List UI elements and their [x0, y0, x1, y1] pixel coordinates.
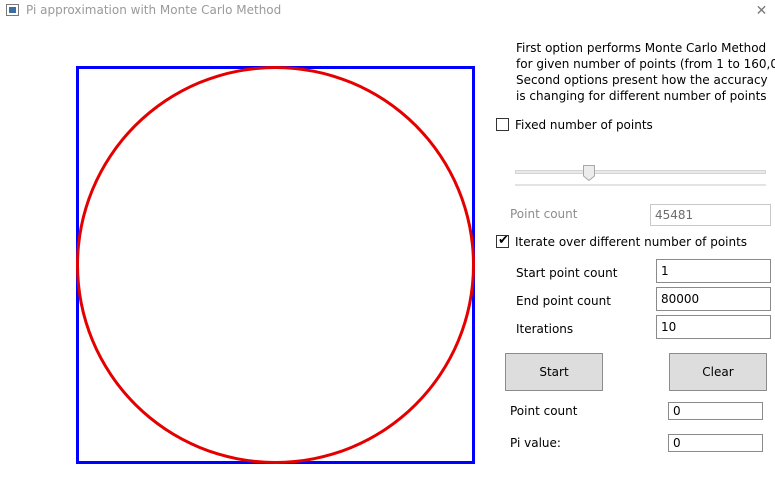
iterate-checkbox[interactable]: ✔: [496, 233, 509, 248]
result-point-count-field[interactable]: 0: [668, 402, 763, 420]
pi-value-label: Pi value:: [510, 436, 561, 450]
start-button[interactable]: Start: [505, 353, 603, 391]
start-point-count-input[interactable]: 1: [656, 259, 771, 283]
fixed-points-label: Fixed number of points: [515, 118, 653, 132]
description-line: First option performs Monte Carlo Method: [516, 41, 767, 55]
description-line: is changing for different number of poin…: [516, 89, 767, 103]
app-window-icon: [6, 4, 19, 16]
point-count-field[interactable]: 45481: [650, 204, 771, 226]
point-count-label: Point count: [510, 207, 578, 221]
iterations-input[interactable]: 10: [656, 315, 771, 339]
point-count-slider-track[interactable]: [515, 170, 766, 174]
inscribed-circle: [76, 66, 475, 464]
description-line: for given number of points (from 1 to 16…: [516, 57, 775, 71]
window-title: Pi approximation with Monte Carlo Method: [26, 3, 282, 17]
fixed-points-checkbox[interactable]: [496, 118, 509, 131]
description-text: First option performs Monte Carlo Method…: [516, 40, 775, 104]
start-point-count-label: Start point count: [516, 266, 618, 280]
clear-button[interactable]: Clear: [669, 353, 767, 391]
end-point-count-label: End point count: [516, 294, 611, 308]
result-point-count-label: Point count: [510, 404, 578, 418]
slider-thumb-icon[interactable]: [583, 165, 595, 181]
pi-value-field[interactable]: 0: [668, 434, 763, 452]
iterations-label: Iterations: [516, 322, 574, 336]
description-line: Second options present how the accuracy: [516, 73, 768, 87]
close-icon[interactable]: ✕: [748, 0, 775, 22]
iterate-label: Iterate over different number of points: [515, 235, 748, 249]
end-point-count-input[interactable]: 80000: [656, 287, 771, 311]
checkmark-icon: ✔: [498, 233, 509, 248]
slider-tick-bar: [515, 184, 766, 186]
